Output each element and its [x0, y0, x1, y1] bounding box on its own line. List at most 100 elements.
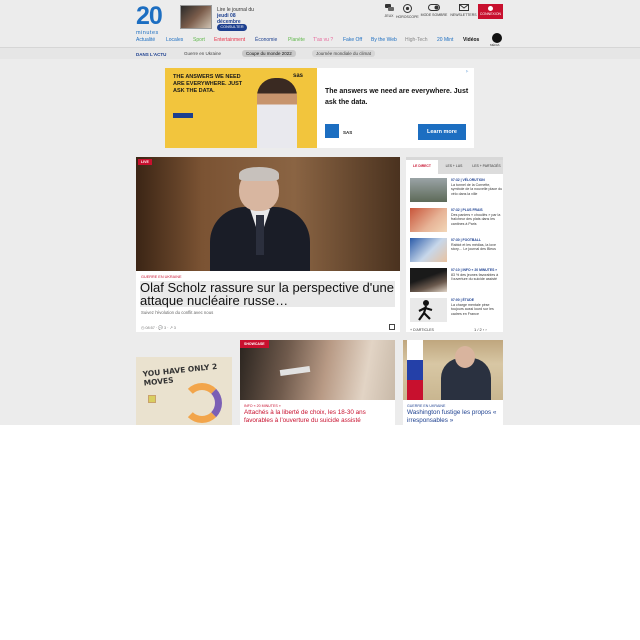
site-logo[interactable]: 20 minutes: [136, 2, 166, 37]
person-head: [455, 346, 475, 368]
live-item-meta: 07:00 | ÉTUDE: [451, 298, 474, 302]
live-panel: LE DIRECT LES + LUS LES + PARTAGÉS 07:32…: [406, 157, 503, 332]
nav-high-tech[interactable]: High-Tech: [405, 37, 428, 43]
live-item-text: La charge mentale pèse toujours aussi lo…: [451, 303, 494, 316]
chip-coupe-du-monde[interactable]: Coupe du monde 2022: [242, 50, 296, 57]
site-header: 20 minutes Lire le journal du jeudi 08 d…: [0, 0, 640, 47]
live-item[interactable]: 07:30 | FOOTBALL Rabiot et les médias, l…: [410, 238, 502, 264]
article-card-tag: SHOWCASE: [240, 340, 269, 348]
nav-planete[interactable]: Planète: [288, 37, 305, 43]
live-item-text: Des paniers « chouilés » par la fraîcheu…: [451, 213, 501, 226]
nav-fake-off[interactable]: Fake Off: [343, 37, 362, 43]
dark-mode-toggle-icon: [428, 4, 440, 11]
article-card-suicide-assiste[interactable]: SHOWCASE INFO « 20 MINUTES » Attachés à …: [240, 340, 395, 425]
game-card-text: YOU HAVE ONLY 2 MOVES: [142, 361, 218, 388]
tab-le-direct[interactable]: LE DIRECT: [406, 160, 438, 174]
logo-subtitle: minutes: [136, 30, 159, 36]
hospital-band: [279, 365, 311, 377]
article-card-washington[interactable]: GUERRE EN UKRAINE Washington fustige les…: [403, 340, 503, 425]
article-card-meta: INFO « 20 MINUTES »: [244, 404, 281, 408]
ad-image: THE ANSWERS WE NEED ARE EVERYWHERE. JUST…: [165, 68, 317, 148]
live-item-meta: 07:32 | VÉLORUTION: [451, 178, 485, 182]
nav-sport[interactable]: Sport: [193, 37, 205, 43]
ad-brand: SAS: [343, 130, 353, 135]
live-item[interactable]: 07:32 | VÉLORUTION La tunnel de la Corne…: [410, 178, 502, 204]
ad-left-text: THE ANSWERS WE NEED ARE EVERYWHERE. JUST…: [173, 74, 243, 94]
live-item-thumbnail: [410, 208, 447, 232]
page: 20 minutes Lire le journal du jeudi 08 d…: [0, 0, 640, 640]
person-hair: [239, 167, 279, 181]
live-item[interactable]: 07:00 | ÉTUDE La charge mentale pèse tou…: [410, 298, 502, 324]
nav-economie[interactable]: Économie: [255, 37, 277, 43]
newsletters-label: NEWSLETTERS: [450, 13, 477, 17]
user-icon: [488, 6, 493, 11]
ad-mini-button: [173, 113, 193, 118]
login-button[interactable]: CONNEXION: [478, 4, 503, 19]
more-articles-link[interactable]: + D'ARTICLES: [410, 328, 434, 332]
newsletters-tool[interactable]: NEWSLETTERS: [450, 4, 477, 17]
live-item-text: Rabiot et les médias, la love story… Le …: [451, 243, 496, 252]
journal-thumbnail[interactable]: [180, 5, 212, 29]
live-item[interactable]: 07:10 | INFO « 20 MINUTES » 83 % des jeu…: [410, 268, 502, 294]
login-label: CONNEXION: [479, 12, 502, 16]
zodiac-wheel-icon: [402, 4, 412, 13]
flag-white: [407, 340, 423, 360]
logo-number: 20: [136, 2, 163, 30]
nav-videos[interactable]: Vidéos: [463, 37, 479, 43]
main-article[interactable]: LIVE GUERRE EN UKRAINE Olaf Scholz rassu…: [136, 157, 400, 332]
journal-consult-button[interactable]: CONSULTER: [217, 24, 247, 31]
nav-entertainment[interactable]: Entertainment: [214, 37, 245, 43]
games-label: JEUX: [384, 14, 394, 18]
trending-label: DANS L'ACTU: [136, 52, 167, 57]
main-article-subtitle: Suivez l'évolution du conflit avec nous: [141, 310, 214, 315]
flag-blue: [407, 360, 423, 380]
bookmark-icon[interactable]: [389, 324, 395, 330]
horoscope-label: HOROSCOPE: [396, 15, 419, 19]
article-card-image[interactable]: [240, 340, 395, 400]
trending-bar: DANS L'ACTU Guerre en Ukraine Coupe du m…: [0, 47, 640, 59]
live-item-thumbnail: [410, 178, 447, 202]
adchoices-icon[interactable]: ▷: [466, 69, 468, 73]
live-item-thumbnail: [410, 238, 447, 262]
games-tool[interactable]: JEUX: [382, 4, 396, 18]
main-article-title[interactable]: Olaf Scholz rassure sur la perspective d…: [140, 281, 395, 307]
ad-person: [257, 78, 297, 148]
game-card[interactable]: YOU HAVE ONLY 2 MOVES: [136, 357, 232, 425]
envelope-icon: [458, 4, 469, 11]
game-snake-graphic: [182, 383, 222, 423]
live-item[interactable]: 07:32 | PLUS FRAIS Des paniers « chouilé…: [410, 208, 502, 234]
nav-actualite[interactable]: Actualité: [136, 37, 155, 43]
live-item-text: 83 % des jeunes favorables à l'ouverture…: [451, 273, 499, 282]
article-card-meta: GUERRE EN UKRAINE: [407, 404, 446, 408]
tab-plus-partages[interactable]: LES + PARTAGÉS: [470, 160, 503, 174]
ad-brand-top: sas: [293, 73, 304, 79]
nav-by-the-web[interactable]: By the Web: [371, 37, 397, 43]
ad-headline: The answers we need are everywhere. Just…: [325, 88, 469, 106]
live-item-thumbnail: [410, 268, 447, 292]
dark-mode-tool[interactable]: MODE SOMBRE: [420, 4, 448, 17]
tab-plus-lus[interactable]: LES + LUS: [438, 160, 470, 174]
main-article-image[interactable]: LIVE: [136, 157, 400, 271]
horoscope-tool[interactable]: HOROSCOPE: [396, 4, 419, 19]
media-icon[interactable]: [492, 33, 502, 43]
person-tie: [256, 215, 264, 255]
article-card-image[interactable]: [403, 340, 503, 400]
ad-learn-more-button[interactable]: Learn more: [418, 124, 466, 140]
dark-mode-label: MODE SOMBRE: [420, 13, 448, 17]
nav-locales[interactable]: Locales: [166, 37, 183, 43]
more-articles-label: + D'ARTICLES: [410, 328, 434, 332]
game-square-graphic: [148, 395, 156, 403]
pager-label: 1 / 2 ‹ ›: [474, 327, 487, 332]
article-card-title[interactable]: Washington fustige les propos « irrespon…: [407, 409, 502, 424]
main-article-category[interactable]: GUERRE EN UKRAINE: [141, 275, 182, 279]
live-item-meta: 07:32 | PLUS FRAIS: [451, 208, 483, 212]
live-badge: LIVE: [138, 159, 152, 165]
journal-promo[interactable]: Lire le journal du jeudi 08 décembre CON…: [180, 5, 260, 32]
chip-ukraine[interactable]: Guerre en Ukraine: [180, 50, 225, 57]
chip-climat[interactable]: Journée mondiale du climat: [312, 50, 376, 57]
nav-20-mint[interactable]: 20 Mint: [437, 37, 453, 43]
nav-tas-vu[interactable]: T'as vu ?: [313, 37, 333, 43]
live-panel-pager[interactable]: 1 / 2 ‹ ›: [474, 327, 487, 332]
advertisement[interactable]: THE ANSWERS WE NEED ARE EVERYWHERE. JUST…: [165, 68, 474, 148]
article-card-title[interactable]: Attachés à la liberté de choix, les 18-3…: [244, 409, 392, 424]
